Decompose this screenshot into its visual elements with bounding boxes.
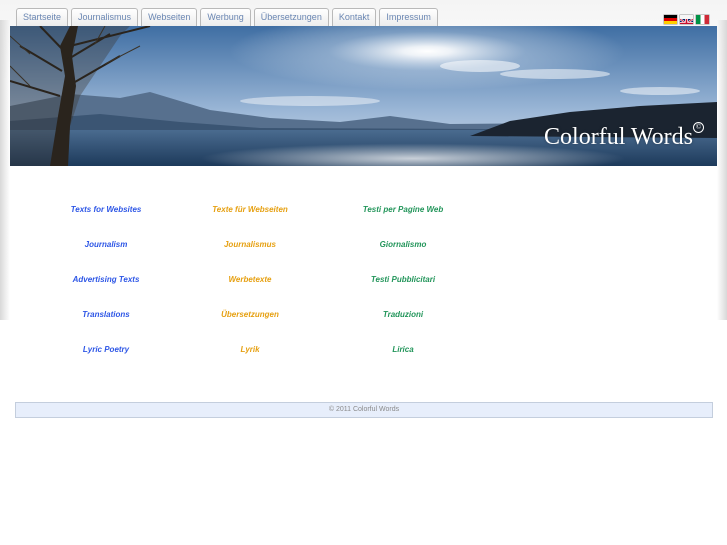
footer-bar: © 2011 Colorful Words [15,402,713,418]
link-traduzioni[interactable]: Traduzioni [323,310,483,319]
footer-copyright: © 2011 Colorful Words [328,406,400,413]
link-texts-for-websites[interactable]: Texts for Websites [26,205,186,214]
link-giornalismo[interactable]: Giornalismo [323,240,483,249]
link-advertising-texts[interactable]: Advertising Texts [26,275,186,284]
link-journalism[interactable]: Journalism [26,240,186,249]
link-texte-fuer-webseiten[interactable]: Texte für Webseiten [170,205,330,214]
link-lirica[interactable]: Lirica [323,345,483,354]
link-lyrik[interactable]: Lyrik [170,345,330,354]
link-lyric-poetry[interactable]: Lyric Poetry [26,345,186,354]
link-uebersetzungen[interactable]: Übersetzungen [170,310,330,319]
link-werbetexte[interactable]: Werbetexte [170,275,330,284]
link-testi-pubblicitari[interactable]: Testi Pubblicitari [323,275,483,284]
link-translations[interactable]: Translations [26,310,186,319]
link-journalismus[interactable]: Journalismus [170,240,330,249]
services-grid: Texts for Websites Journalism Advertisin… [0,0,727,400]
link-testi-per-pagine-web[interactable]: Testi per Pagine Web [323,205,483,214]
